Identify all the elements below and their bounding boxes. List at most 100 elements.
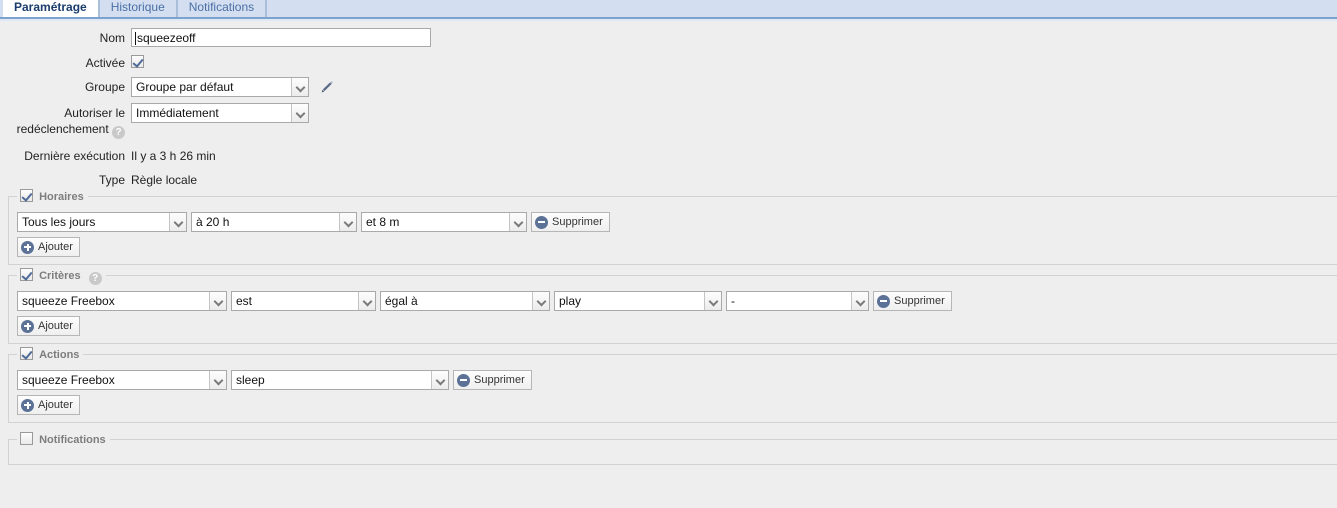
actions-checkbox[interactable]: [20, 347, 33, 360]
field-row-nom: Nom: [0, 28, 1337, 47]
criteres-delete-button[interactable]: Supprimer: [873, 291, 952, 311]
criteres-add-button[interactable]: Ajouter: [17, 316, 80, 336]
nom-label: Nom: [99, 31, 125, 45]
actions-fieldset: Actions squeeze Freebox sleep Supprimer …: [8, 347, 1337, 423]
criteres-legend: Critères ?: [17, 268, 106, 285]
actions-command-value: sleep: [236, 373, 265, 387]
nom-input[interactable]: [131, 28, 431, 47]
tab-historique-label: Historique: [110, 0, 165, 14]
criteres-add-label: Ajouter: [38, 320, 73, 332]
horaires-checkbox[interactable]: [20, 189, 33, 202]
type-label: Type: [98, 173, 125, 187]
criteres-operator-value: égal à: [385, 294, 418, 308]
criteres-delete-label: Supprimer: [894, 295, 945, 307]
chevron-down-icon: [532, 292, 549, 310]
actions-delete-label: Supprimer: [474, 374, 525, 386]
criteres-verb-value: est: [236, 294, 253, 308]
horaires-add-row: Ajouter: [17, 237, 1337, 257]
horaires-hour-value: à 20 h: [196, 215, 230, 229]
horaires-delete-label: Supprimer: [552, 216, 603, 228]
criteres-extra-select[interactable]: -: [726, 291, 869, 311]
plus-circle-icon: [21, 319, 34, 333]
groupe-select[interactable]: Groupe par défaut: [131, 77, 309, 97]
field-row-type: Type Règle locale: [0, 170, 1337, 188]
actions-legend: Actions: [17, 347, 84, 361]
tab-parametrage-label: Paramétrage: [14, 0, 87, 14]
actions-legend-label: Actions: [39, 349, 80, 361]
criteres-fieldset: Critères ? squeeze Freebox est égal à pl…: [8, 268, 1337, 344]
chevron-down-icon: [209, 292, 226, 310]
criteres-checkbox[interactable]: [20, 268, 33, 281]
horaires-row: Tous les jours à 20 h et 8 m Supprimer: [17, 212, 1337, 232]
criteres-add-row: Ajouter: [17, 316, 1337, 336]
chevron-down-icon: [704, 292, 721, 310]
horaires-fieldset: Horaires Tous les jours à 20 h et 8 m Su…: [8, 189, 1337, 265]
field-row-autoriser: Autoriser le redéclenchement ? Immédiate…: [0, 103, 1337, 139]
help-icon-autoriser[interactable]: ?: [112, 126, 125, 139]
horaires-day-value: Tous les jours: [22, 215, 96, 229]
field-row-derniere-execution: Dernière exécution Il y a 3 h 26 min: [0, 146, 1337, 164]
criteres-row: squeeze Freebox est égal à play - Suppri…: [17, 291, 1337, 311]
chevron-down-icon: [851, 292, 868, 310]
autoriser-label-line1: Autoriser le: [64, 106, 125, 120]
horaires-day-select[interactable]: Tous les jours: [17, 212, 187, 232]
criteres-source-value: squeeze Freebox: [22, 294, 115, 308]
minus-circle-icon: [535, 215, 548, 229]
horaires-add-button[interactable]: Ajouter: [17, 237, 80, 257]
type-value: Règle locale: [131, 173, 198, 187]
notifications-checkbox[interactable]: [20, 432, 33, 445]
actions-target-select[interactable]: squeeze Freebox: [17, 370, 227, 390]
notifications-legend: Notifications: [17, 432, 110, 446]
notifications-fieldset: Notifications: [8, 432, 1337, 465]
chevron-down-icon: [291, 104, 308, 122]
horaires-hour-select[interactable]: à 20 h: [191, 212, 357, 232]
tab-parametrage[interactable]: Paramétrage: [3, 0, 99, 17]
chevron-down-icon: [209, 371, 226, 389]
groupe-label: Groupe: [84, 80, 125, 94]
chevron-down-icon: [339, 213, 356, 231]
settings-form: Nom Activée Groupe Groupe par défaut Aut…: [0, 19, 1337, 188]
chevron-down-icon: [431, 371, 448, 389]
tab-notifications[interactable]: Notifications: [176, 0, 267, 17]
actions-add-row: Ajouter: [17, 395, 1337, 415]
activee-checkbox[interactable]: [131, 55, 144, 68]
tab-notifications-label: Notifications: [188, 0, 255, 14]
plus-circle-icon: [21, 398, 34, 412]
criteres-verb-select[interactable]: est: [231, 291, 376, 311]
autoriser-select[interactable]: Immédiatement: [131, 103, 309, 123]
horaires-add-label: Ajouter: [38, 241, 73, 253]
criteres-extra-value: -: [731, 294, 735, 308]
criteres-value-select[interactable]: play: [554, 291, 722, 311]
tab-bar-filler: [266, 0, 1337, 17]
edit-pencil-icon[interactable]: [319, 79, 335, 95]
criteres-operator-select[interactable]: égal à: [380, 291, 550, 311]
actions-delete-button[interactable]: Supprimer: [453, 370, 532, 390]
minus-circle-icon: [457, 373, 470, 387]
tab-historique[interactable]: Historique: [98, 0, 177, 17]
actions-target-value: squeeze Freebox: [22, 373, 115, 387]
horaires-delete-button[interactable]: Supprimer: [531, 212, 610, 232]
horaires-minute-select[interactable]: et 8 m: [361, 212, 527, 232]
notifications-legend-label: Notifications: [39, 434, 106, 446]
autoriser-select-value: Immédiatement: [136, 106, 219, 120]
horaires-minute-value: et 8 m: [366, 215, 400, 229]
criteres-value-value: play: [559, 294, 582, 308]
chevron-down-icon: [509, 213, 526, 231]
tab-bar: Paramétrage Historique Notifications: [0, 0, 1337, 21]
minus-circle-icon: [877, 294, 890, 308]
field-row-activee: Activée: [0, 53, 1337, 71]
actions-body: squeeze Freebox sleep Supprimer Ajouter: [9, 361, 1337, 415]
plus-circle-icon: [21, 240, 34, 254]
criteres-source-select[interactable]: squeeze Freebox: [17, 291, 227, 311]
derniere-execution-label: Dernière exécution: [24, 149, 125, 163]
derniere-execution-value: Il y a 3 h 26 min: [131, 149, 216, 163]
criteres-body: squeeze Freebox est égal à play - Suppri…: [9, 282, 1337, 336]
help-icon-criteres[interactable]: ?: [88, 272, 102, 285]
activee-label: Activée: [85, 56, 125, 70]
groupe-select-value: Groupe par défaut: [136, 80, 234, 94]
chevron-down-icon: [358, 292, 375, 310]
horaires-legend-label: Horaires: [39, 191, 84, 203]
field-row-groupe: Groupe Groupe par défaut: [0, 77, 1337, 97]
actions-add-button[interactable]: Ajouter: [17, 395, 80, 415]
actions-command-select[interactable]: sleep: [231, 370, 449, 390]
